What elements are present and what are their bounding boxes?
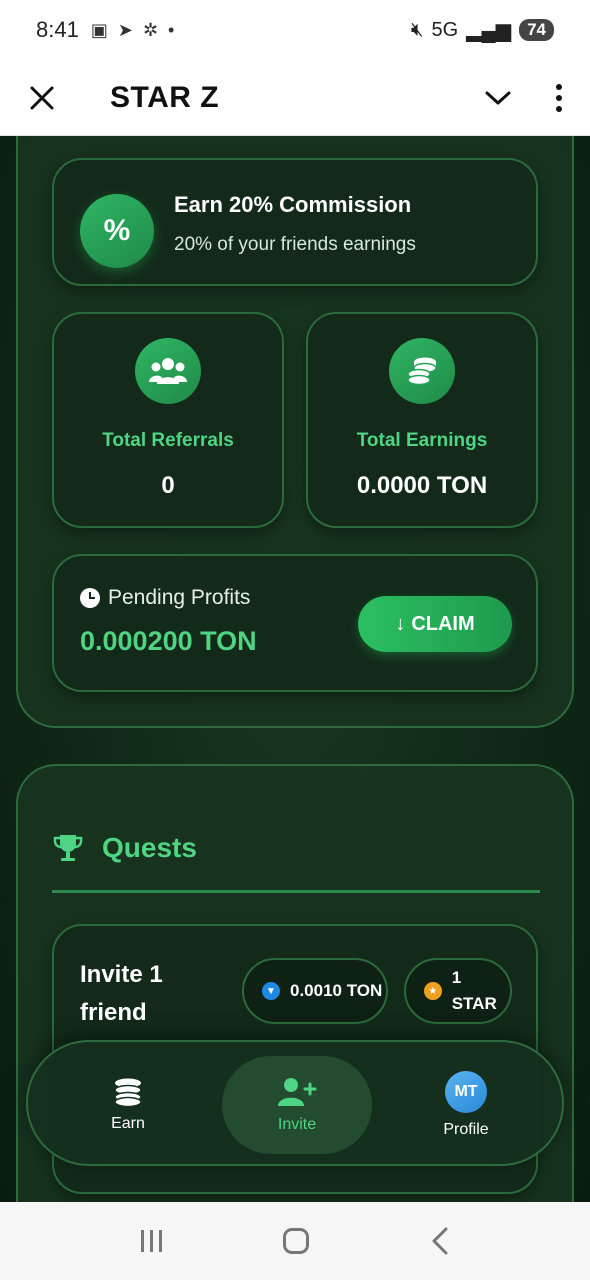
bug-icon: ✲ (142, 19, 159, 40)
quests-title: Quests (102, 832, 197, 863)
pending-amount: 0.000200 TON (80, 626, 257, 656)
coins-icon (389, 338, 455, 404)
invite-page: % Earn 20% Commission 20% of your friend… (0, 136, 590, 1202)
total-referrals-card: Total Referrals 0 (52, 312, 284, 528)
pending-label: Pending Profits (108, 586, 251, 609)
nav-invite[interactable]: Invite (222, 1056, 372, 1154)
reward-ton-badge: ▼ 0.0010 TON (242, 958, 388, 1024)
earnings-value: 0.0000 TON (356, 472, 488, 499)
star-icon: ★ (424, 982, 442, 1000)
nav-earn[interactable]: Earn (78, 1042, 178, 1168)
user-plus-icon (278, 1078, 317, 1106)
back-icon[interactable] (430, 1226, 450, 1256)
coins-icon (114, 1078, 142, 1107)
telegram-icon: ➤ (117, 19, 133, 40)
percent-icon: % (80, 194, 154, 268)
more-options-icon[interactable] (556, 83, 562, 112)
nav-profile[interactable]: MT Profile (416, 1042, 516, 1168)
recents-icon[interactable] (140, 1230, 162, 1252)
close-icon[interactable] (28, 84, 56, 112)
reward-star: 1 STAR (451, 968, 497, 1013)
nav-profile-label: Profile (443, 1121, 489, 1138)
app-header: STAR Z (0, 60, 590, 136)
mute-icon: 🔇︎ (410, 18, 424, 41)
home-icon[interactable] (282, 1228, 309, 1254)
quests-divider (52, 890, 540, 893)
referrals-value: 0 (161, 472, 175, 499)
commission-title: Earn 20% Commission (174, 192, 412, 217)
total-earnings-card: Total Earnings 0.0000 TON (306, 312, 538, 528)
reward-ton: 0.0010 TON (290, 981, 383, 1000)
page-title: STAR Z (110, 80, 220, 114)
commission-card: % Earn 20% Commission 20% of your friend… (52, 158, 538, 286)
clock-icon (80, 588, 100, 608)
system-nav-bar (0, 1202, 590, 1280)
commission-subtitle: 20% of your friends earnings (174, 234, 416, 255)
bottom-nav: Earn Invite MT Profile (26, 1040, 564, 1166)
status-bar: 8:41 ▣ ➤ ✲ • 🔇︎ 5G ▂▄▆ 74 (0, 0, 590, 60)
nav-invite-label: Invite (277, 1116, 317, 1133)
claim-label: CLAIM (411, 612, 475, 635)
avatar: MT (445, 1071, 487, 1113)
arrow-down-icon: ↓ (395, 612, 406, 635)
users-icon (135, 338, 201, 404)
network-type: 5G (431, 18, 459, 41)
dot-icon: • (168, 19, 175, 40)
screenshot-icon: ▣ (90, 19, 108, 40)
status-time: 8:41 (36, 17, 79, 42)
notification-icons: ▣ ➤ ✲ • (91, 20, 175, 41)
referrals-label: Total Referrals (102, 430, 234, 451)
quest-title: Invite 1 friend (80, 961, 163, 1026)
claim-button[interactable]: ↓ CLAIM (358, 596, 512, 652)
chevron-down-icon[interactable] (484, 88, 512, 108)
trophy-icon (53, 835, 83, 861)
reward-star-badge: ★ 1 STAR (404, 958, 512, 1024)
battery-level: 74 (519, 19, 554, 41)
signal-icon: ▂▄▆ (466, 19, 512, 42)
ton-icon: ▼ (262, 982, 280, 1000)
nav-earn-label: Earn (111, 1115, 145, 1132)
earnings-label: Total Earnings (356, 430, 488, 451)
pending-profits-card: Pending Profits 0.000200 TON ↓ CLAIM (52, 554, 538, 692)
